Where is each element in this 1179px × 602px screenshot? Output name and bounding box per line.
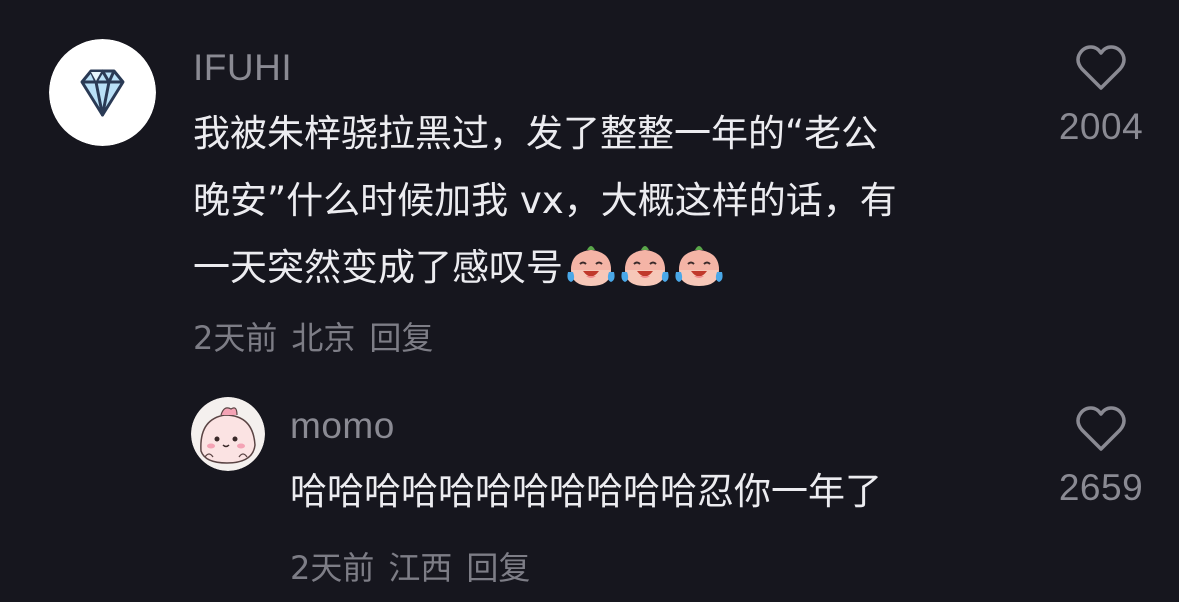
- like-button[interactable]: 2659: [1046, 405, 1156, 509]
- crying-laughing-peach-emoji: [567, 246, 615, 286]
- crying-laughing-peach-emoji: [675, 246, 723, 286]
- reply-button[interactable]: 回复: [466, 549, 530, 587]
- comment-location: 北京: [291, 319, 356, 357]
- like-button[interactable]: 2004: [1046, 44, 1156, 148]
- username[interactable]: IFUHI: [193, 47, 292, 89]
- comment-text-line: 哈哈哈哈哈哈哈哈哈哈哈忍你一年了: [290, 470, 882, 513]
- heart-icon: [1076, 45, 1126, 90]
- pink-cartoon-avatar: [191, 397, 265, 471]
- comment-text: 我被朱梓骁拉黑过，发了整整一年的“老公 晚安”什么时候加我 vx，大概这样的话，…: [193, 100, 897, 301]
- emoji-group: [565, 240, 727, 311]
- comment-meta: 2天前 江西 回复: [290, 543, 544, 589]
- user-avatar[interactable]: [191, 397, 265, 471]
- crying-laughing-peach-emoji: [621, 246, 669, 286]
- comment-meta: 2天前 北京 回复: [193, 313, 447, 359]
- comment-text-line: 晚安”什么时候加我 vx，大概这样的话，有: [193, 179, 897, 222]
- comment-time: 2天前: [193, 319, 278, 357]
- comment-time: 2天前: [290, 549, 375, 587]
- comment-text-line: 一天突然变成了感叹号: [193, 246, 563, 289]
- like-count: 2659: [1058, 467, 1144, 508]
- reply-button[interactable]: 回复: [369, 319, 433, 357]
- user-avatar[interactable]: [49, 39, 156, 146]
- username[interactable]: momo: [290, 405, 395, 447]
- comment-location: 江西: [388, 549, 453, 587]
- comment-text-line: 我被朱梓骁拉黑过，发了整整一年的“老公: [193, 112, 879, 155]
- comment-text: 哈哈哈哈哈哈哈哈哈哈哈忍你一年了: [290, 458, 882, 525]
- heart-icon: [1076, 406, 1126, 451]
- comment-thread: IFUHI 我被朱梓骁拉黑过，发了整整一年的“老公 晚安”什么时候加我 vx，大…: [0, 0, 1179, 602]
- like-count: 2004: [1058, 106, 1144, 147]
- diamond-icon: [49, 39, 156, 146]
